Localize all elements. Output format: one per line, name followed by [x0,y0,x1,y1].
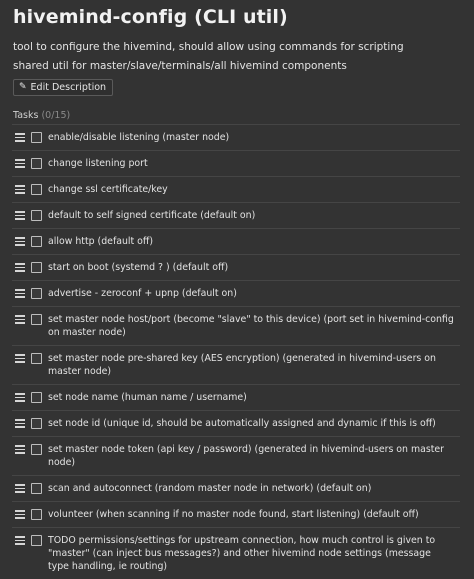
drag-handle-icon[interactable] [15,510,25,519]
drag-handle-icon[interactable] [15,354,25,363]
task-checkbox[interactable] [31,132,42,143]
task-label: allow http (default off) [48,236,154,247]
task-label: set node name (human name / username) [48,392,247,403]
drag-handle-icon[interactable] [15,445,25,454]
task-checkbox[interactable] [31,314,42,325]
task-checkbox[interactable] [31,418,42,429]
task-checkbox[interactable] [31,483,42,494]
drag-handle-icon[interactable] [15,419,25,428]
task-label: start on boot (systemd ? ) (default off) [48,262,229,273]
task-item[interactable]: TODO permissions/settings for upstream c… [12,527,460,579]
drag-handle-icon[interactable] [15,211,25,220]
task-label: volunteer (when scanning if no master no… [48,509,419,520]
task-checkbox[interactable] [31,353,42,364]
drag-handle-icon[interactable] [15,315,25,324]
task-item[interactable]: enable/disable listening (master node) [12,124,460,150]
task-checkbox[interactable] [31,509,42,520]
task-list: enable/disable listening (master node) ch… [12,124,460,579]
task-label: default to self signed certificate (defa… [48,210,256,221]
task-label: enable/disable listening (master node) [48,132,230,143]
drag-handle-icon[interactable] [15,159,25,168]
task-label: change ssl certificate/key [48,184,168,195]
task-label: scan and autoconnect (random master node… [48,483,372,494]
task-item[interactable]: start on boot (systemd ? ) (default off) [12,254,460,280]
drag-handle-icon[interactable] [15,263,25,272]
task-label: set master node token (api key / passwor… [48,444,445,468]
drag-handle-icon[interactable] [15,484,25,493]
task-checkbox[interactable] [31,210,42,221]
task-checkbox[interactable] [31,236,42,247]
task-item[interactable]: default to self signed certificate (defa… [12,202,460,228]
task-checkbox[interactable] [31,184,42,195]
task-item[interactable]: set node name (human name / username) [12,384,460,410]
task-item[interactable]: advertise - zeroconf + upnp (default on) [12,280,460,306]
task-item[interactable]: set node id (unique id, should be automa… [12,410,460,436]
task-checkbox[interactable] [31,262,42,273]
task-item[interactable]: volunteer (when scanning if no master no… [12,501,460,527]
task-item[interactable]: scan and autoconnect (random master node… [12,475,460,501]
edit-description-button[interactable]: ✎ Edit Description [13,79,114,96]
task-item[interactable]: set master node token (api key / passwor… [12,436,460,475]
drag-handle-icon[interactable] [15,185,25,194]
description-line-1: tool to configure the hivemind, should a… [13,41,404,53]
task-label: set master node pre-shared key (AES encr… [48,353,436,377]
task-item[interactable]: allow http (default off) [12,228,460,254]
tasks-count: (0/15) [41,110,71,121]
task-item[interactable]: change listening port [12,150,460,176]
task-checkbox[interactable] [31,535,42,546]
task-label: change listening port [48,158,148,169]
drag-handle-icon[interactable] [15,536,25,545]
edit-description-label: Edit Description [30,82,107,93]
tasks-heading: Tasks [13,110,39,121]
task-label: set node id (unique id, should be automa… [48,418,436,429]
task-checkbox[interactable] [31,444,42,455]
drag-handle-icon[interactable] [15,393,25,402]
drag-handle-icon[interactable] [15,133,25,142]
task-checkbox[interactable] [31,392,42,403]
tasks-header: Tasks (0/15) [13,110,70,121]
drag-handle-icon[interactable] [15,289,25,298]
task-label: advertise - zeroconf + upnp (default on) [48,288,237,299]
page-title: hivemind-config (CLI util) [13,6,288,28]
task-checkbox[interactable] [31,288,42,299]
task-label: TODO permissions/settings for upstream c… [48,535,436,572]
description-line-2: shared util for master/slave/terminals/a… [13,60,347,72]
task-item[interactable]: change ssl certificate/key [12,176,460,202]
task-item[interactable]: set master node host/port (become "slave… [12,306,460,345]
task-item[interactable]: set master node pre-shared key (AES encr… [12,345,460,384]
drag-handle-icon[interactable] [15,237,25,246]
pencil-icon: ✎ [19,82,27,92]
task-label: set master node host/port (become "slave… [48,314,454,338]
task-checkbox[interactable] [31,158,42,169]
